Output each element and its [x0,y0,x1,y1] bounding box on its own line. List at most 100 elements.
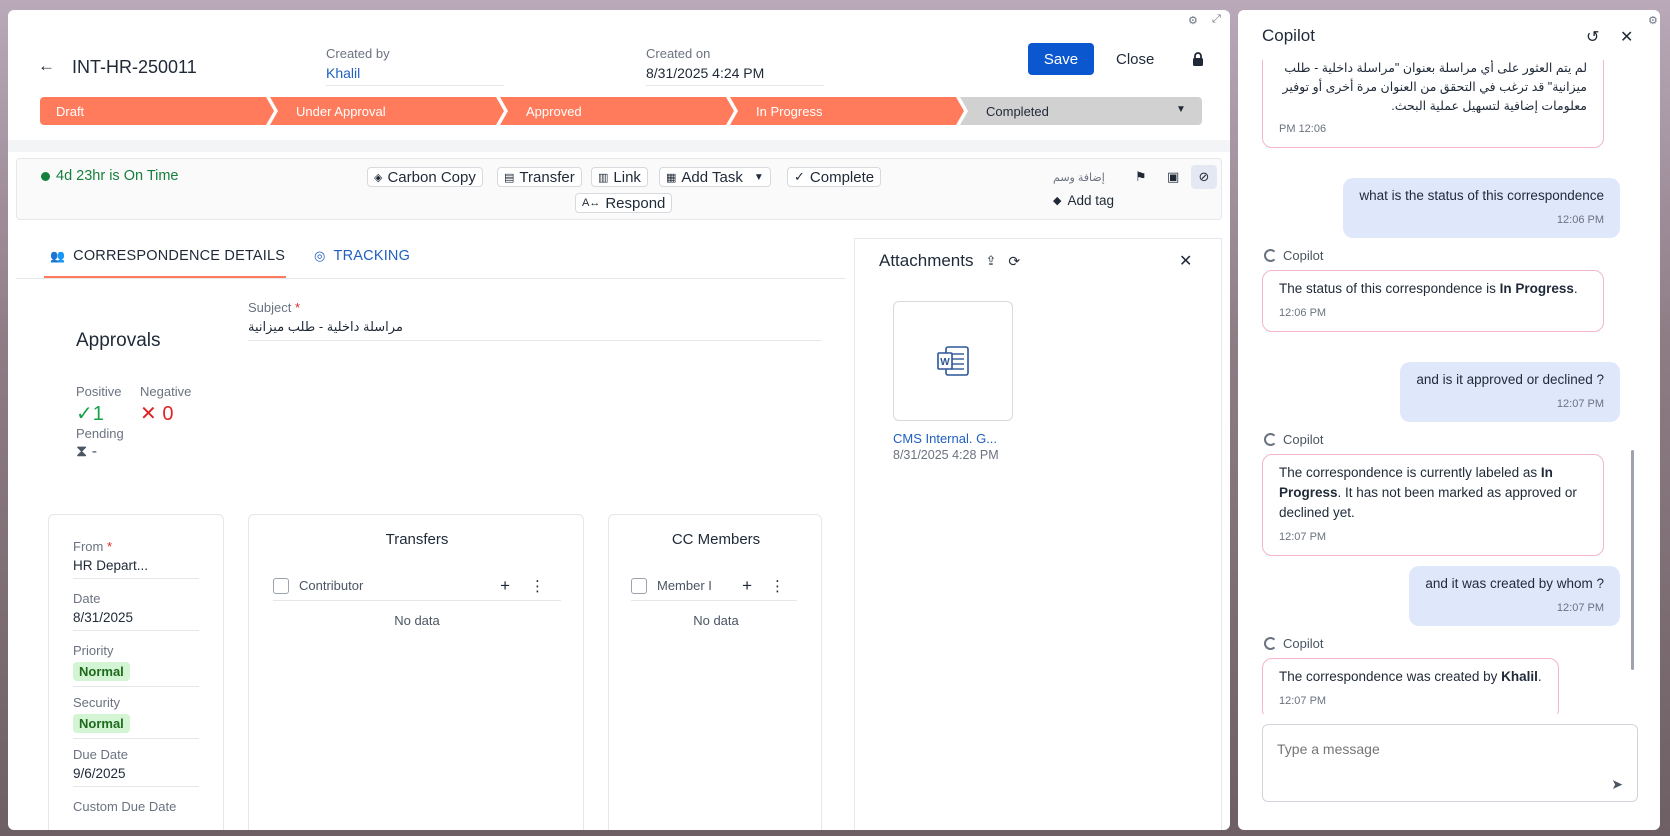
add-icon[interactable]: + [742,576,752,596]
transfer-button[interactable]: ▤ Transfer [497,167,582,187]
flag-icon[interactable]: ⚑ [1135,169,1147,185]
transfers-card: Transfers Contributor + ⋮ No data [248,514,584,830]
copilot-sender: Copilot [1264,636,1323,651]
step-in-progress[interactable]: In Progress [730,97,964,125]
settings-icon[interactable]: ⚙ [1188,14,1198,27]
respond-label: Respond [605,194,666,212]
back-arrow-icon[interactable]: ← [38,56,55,76]
chat-scrollbar[interactable] [1631,450,1634,670]
message-time: 12:07 PM [1556,398,1604,410]
lock-icon[interactable] [1192,52,1204,69]
due-date-label: Due Date [73,747,128,762]
cc-select-all-checkbox[interactable] [631,577,647,594]
select-all-checkbox[interactable] [273,577,289,594]
chat-history[interactable]: لم يتم العثور على أي مراسلة بعنوان "مراس… [1238,60,1660,714]
subject-field: Subject * مراسلة داخلية - طلب ميزانية [248,300,822,341]
save-button[interactable]: Save [1028,43,1094,75]
created-on-field: Created on 8/31/2025 4:24 PM [646,46,824,86]
refresh-icon[interactable]: ⟳ [1008,253,1020,270]
chat-message-user: what is the status of this correspondenc… [1343,178,1620,238]
layers-icon: ◈ [374,171,383,184]
step-draft[interactable]: Draft [40,97,274,125]
attachment-thumbnail[interactable]: W [893,301,1013,421]
complete-button[interactable]: ✓ Complete [787,167,882,187]
carbon-copy-button[interactable]: ◈ Carbon Copy [367,167,483,187]
chevron-down-icon[interactable]: ▼ [754,172,764,183]
divider [8,140,1230,152]
attachments-panel: Attachments ⇪ ⟳ ✕ W CMS Internal. G... 8… [854,238,1222,830]
date-value[interactable]: 8/31/2025 [73,610,199,631]
sender-name: Copilot [1283,432,1324,447]
close-icon[interactable]: ✕ [1620,27,1633,47]
sender-name: Copilot [1283,636,1324,651]
cc-members-title: CC Members [671,531,761,548]
transfer-icon: ▤ [504,171,515,184]
message-input-box[interactable]: ➤ [1262,724,1638,802]
negative-value: 0 [162,403,174,425]
stepper-dropdown-icon[interactable]: ▼ [1176,104,1186,115]
copilot-sender: Copilot [1264,432,1323,447]
copilot-logo-icon [1264,249,1277,262]
settings-icon[interactable]: ⚙ [1648,14,1658,27]
priority-value[interactable]: Normal [73,662,199,687]
add-tag-button[interactable]: ◆ Add tag [1053,193,1114,208]
from-value[interactable]: HR Depart... [73,558,199,579]
message-input[interactable] [1277,741,1597,757]
message-text-bold: Khalil [1501,669,1538,684]
created-on-label: Created on [646,46,711,61]
due-date-value[interactable]: 9/6/2025 [73,766,199,787]
add-task-button[interactable]: ▦ Add Task ▼ [659,167,771,187]
date-label: Date [73,591,101,606]
attachment-icon[interactable]: ⊘ [1191,165,1217,189]
attachment-name[interactable]: CMS Internal. G... [893,431,997,446]
link-button[interactable]: ▥ Link [591,167,648,187]
step-under-approval[interactable]: Under Approval [270,97,504,125]
chat-message-user: and is it approved or declined ? 12:07 P… [1400,362,1620,422]
upload-icon[interactable]: ⇪ [986,253,997,269]
due-date-field: Due Date 9/6/2025 [73,747,199,787]
created-by-value[interactable]: Khalil [326,65,504,86]
pending-value: - [91,443,98,460]
add-icon[interactable]: + [500,576,510,596]
tab-correspondence-details[interactable]: 👥 CORRESPONDENCE DETAILS [50,248,285,264]
send-icon[interactable]: ➤ [1611,776,1623,793]
comments-icon[interactable]: ▣ [1167,169,1179,185]
subject-value[interactable]: مراسلة داخلية - طلب ميزانية [248,319,822,341]
respond-icon: A↔ [582,197,601,209]
security-field: Security Normal [73,695,199,739]
respond-button[interactable]: A↔ Respond [575,193,673,213]
step-approved[interactable]: Approved [500,97,734,125]
message-time: 12:06 PM [1556,214,1604,226]
cc-members-empty: No data [693,613,739,628]
reset-icon[interactable]: ↺ [1586,27,1599,47]
security-value[interactable]: Normal [73,714,199,739]
step-completed[interactable]: Completed [960,97,1202,125]
member-column: Member I [657,578,712,593]
message-text-part: The status of this correspondence is [1279,281,1500,296]
check-icon: ✓ [794,169,805,184]
created-on-value: 8/31/2025 4:24 PM [646,65,824,86]
cc-header-row: Member I + ⋮ [631,571,797,601]
complete-label: Complete [809,168,875,186]
more-options-icon[interactable]: ⋮ [530,577,545,595]
positive-label: Positive [76,384,122,399]
more-options-icon[interactable]: ⋮ [770,577,785,595]
close-button[interactable]: Close [1116,43,1154,75]
close-icon[interactable]: ✕ [1179,251,1192,271]
carbon-copy-label: Carbon Copy [387,168,476,186]
message-text: The correspondence was created by Khalil… [1279,667,1542,687]
chat-message-bot: The correspondence was created by Khalil… [1262,658,1559,714]
copilot-title: Copilot [1262,26,1315,45]
from-label: From * [73,539,113,554]
tab-tracking[interactable]: ◎ TRACKING [314,248,410,264]
pending-count: Pending ⧗ - [76,426,124,461]
action-bar: 4d 23hr is On Time ◈ Carbon Copy ▤ Transfe… [16,158,1222,220]
message-text-part: The correspondence was created by [1279,669,1502,684]
from-label-text: From [73,539,104,554]
transfers-header-row: Contributor + ⋮ [273,571,561,601]
attachments-title: Attachments [879,251,974,270]
expand-icon[interactable]: ⤢ [1212,13,1221,26]
x-icon: ✕ [140,403,157,425]
link-label: Link [613,168,641,186]
attachment-date: 8/31/2025 4:28 PM [893,448,999,462]
